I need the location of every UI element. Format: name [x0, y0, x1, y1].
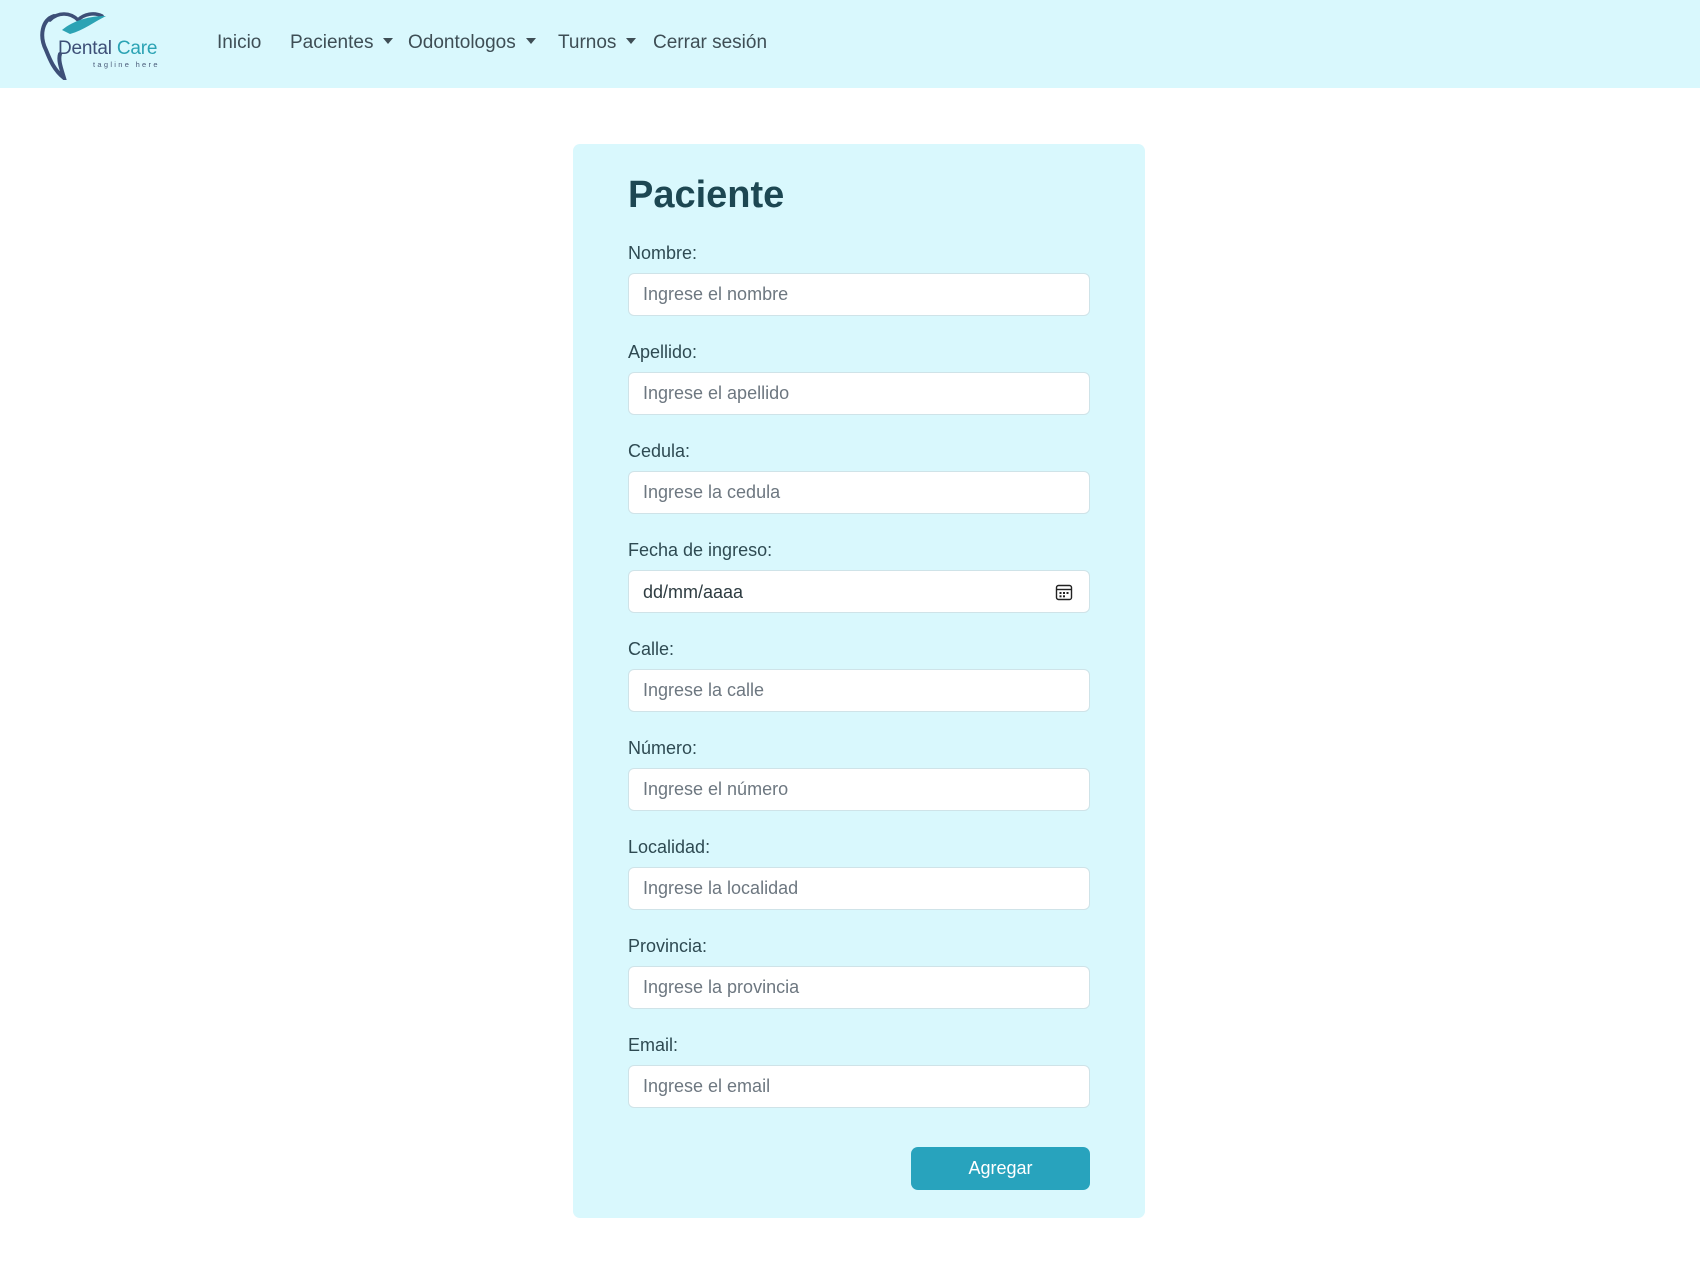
nav-pacientes-label: Pacientes [290, 32, 374, 53]
calendar-icon[interactable] [1055, 583, 1073, 601]
field-fecha-ingreso: Fecha de ingreso: dd/mm/aaaa [628, 539, 1090, 613]
form-title: Paciente [628, 174, 785, 216]
provincia-input[interactable] [628, 966, 1090, 1009]
nav-link-inicio[interactable]: Inicio [217, 32, 261, 54]
label-calle: Calle: [628, 639, 675, 659]
nav-dropdown-pacientes[interactable]: Pacientes [290, 32, 394, 54]
apellido-input[interactable] [628, 372, 1090, 415]
label-nombre: Nombre: [628, 243, 698, 263]
chevron-down-icon [626, 38, 637, 44]
chevron-down-icon [525, 38, 536, 44]
agregar-button[interactable]: Agregar [911, 1147, 1090, 1190]
nombre-input[interactable] [628, 273, 1090, 316]
nav-dropdown-odontologos[interactable]: Odontologos [408, 32, 536, 54]
field-cedula: Cedula: [628, 440, 1090, 514]
brand-name-dental: Dental [58, 38, 112, 59]
field-nombre: Nombre: [628, 242, 1090, 316]
numero-input[interactable] [628, 768, 1090, 811]
brand-tagline: tagline here [93, 60, 160, 69]
nav-turnos-label: Turnos [558, 32, 617, 53]
nav-dropdown-turnos[interactable]: Turnos [558, 32, 637, 54]
field-numero: Número: [628, 737, 1090, 811]
nav-link-cerrar-sesion[interactable]: Cerrar sesión [653, 32, 767, 54]
brand-name-care: Care [116, 38, 158, 59]
field-email: Email: [628, 1034, 1090, 1108]
label-cedula: Cedula: [628, 441, 691, 461]
localidad-input[interactable] [628, 867, 1090, 910]
field-localidad: Localidad: [628, 836, 1090, 910]
label-localidad: Localidad: [628, 837, 711, 857]
email-input[interactable] [628, 1065, 1090, 1108]
label-email: Email: [628, 1035, 679, 1055]
field-calle: Calle: [628, 638, 1090, 712]
field-provincia: Provincia: [628, 935, 1090, 1009]
label-fecha-ingreso: Fecha de ingreso: [628, 540, 773, 560]
nav-odontologos-label: Odontologos [408, 32, 516, 53]
label-numero: Número: [628, 738, 698, 758]
brand-name: Dental Care [58, 38, 157, 60]
fecha-ingreso-date-input[interactable]: dd/mm/aaaa [628, 570, 1090, 613]
patient-form-card: Paciente Nombre: Apellido: Cedula: Fecha… [573, 144, 1145, 1218]
dental-care-logo[interactable]: Dental Care tagline here [40, 10, 166, 80]
calle-input[interactable] [628, 669, 1090, 712]
field-apellido: Apellido: [628, 341, 1090, 415]
date-format-text: dd/mm/aaaa [643, 582, 744, 602]
chevron-down-icon [383, 38, 394, 44]
navbar: Dental Care tagline here Inicio Paciente… [0, 0, 1700, 88]
label-apellido: Apellido: [628, 342, 698, 362]
label-provincia: Provincia: [628, 936, 708, 956]
cedula-input[interactable] [628, 471, 1090, 514]
